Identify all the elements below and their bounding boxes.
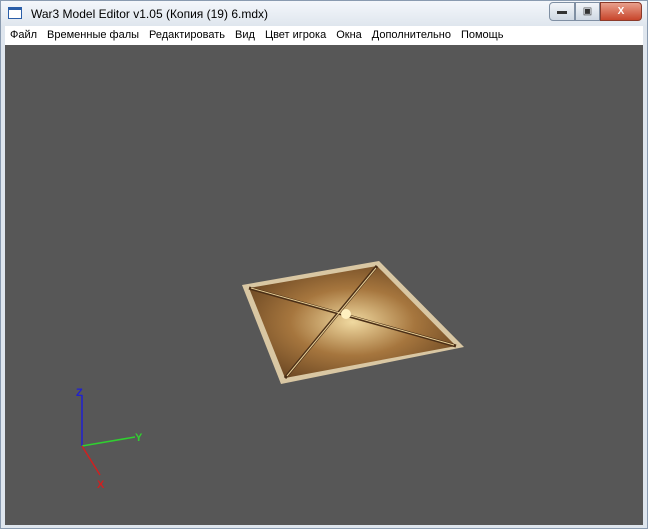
menu-file[interactable]: Файл — [5, 26, 42, 45]
x-axis — [81, 445, 101, 476]
minimize-icon: ▬ — [557, 6, 567, 17]
minimize-button[interactable]: ▬ — [549, 2, 575, 21]
title-bar[interactable]: War3 Model Editor v1.05 (Копия (19) 6.md… — [1, 1, 647, 26]
y-axis — [81, 436, 136, 447]
menu-temp-files[interactable]: Временные фалы — [42, 26, 144, 45]
y-axis-label: Y — [135, 432, 143, 444]
menu-windows[interactable]: Окна — [331, 26, 367, 45]
menu-edit[interactable]: Редактировать — [144, 26, 230, 45]
app-window: War3 Model Editor v1.05 (Копия (19) 6.md… — [0, 0, 648, 529]
maximize-button[interactable]: ▣ — [575, 2, 600, 21]
menu-help[interactable]: Помощь — [456, 26, 509, 45]
z-axis-label: Z — [76, 387, 83, 399]
3d-viewport[interactable]: Z Y X — [5, 45, 643, 525]
x-axis-label: X — [97, 479, 105, 491]
window-title: War3 Model Editor v1.05 (Копия (19) 6.md… — [31, 7, 268, 21]
menu-view[interactable]: Вид — [230, 26, 260, 45]
axis-gizmo: Z Y X — [76, 387, 143, 491]
menu-extras[interactable]: Дополнительно — [367, 26, 456, 45]
close-button[interactable]: X — [600, 2, 642, 21]
menu-team-color[interactable]: Цвет игрока — [260, 26, 331, 45]
model-tile — [242, 261, 464, 384]
maximize-icon: ▣ — [582, 6, 593, 17]
menu-bar: Файл Временные фалы Редактировать Вид Цв… — [5, 26, 643, 45]
close-icon: X — [617, 6, 625, 17]
window-icon[interactable] — [8, 7, 22, 19]
